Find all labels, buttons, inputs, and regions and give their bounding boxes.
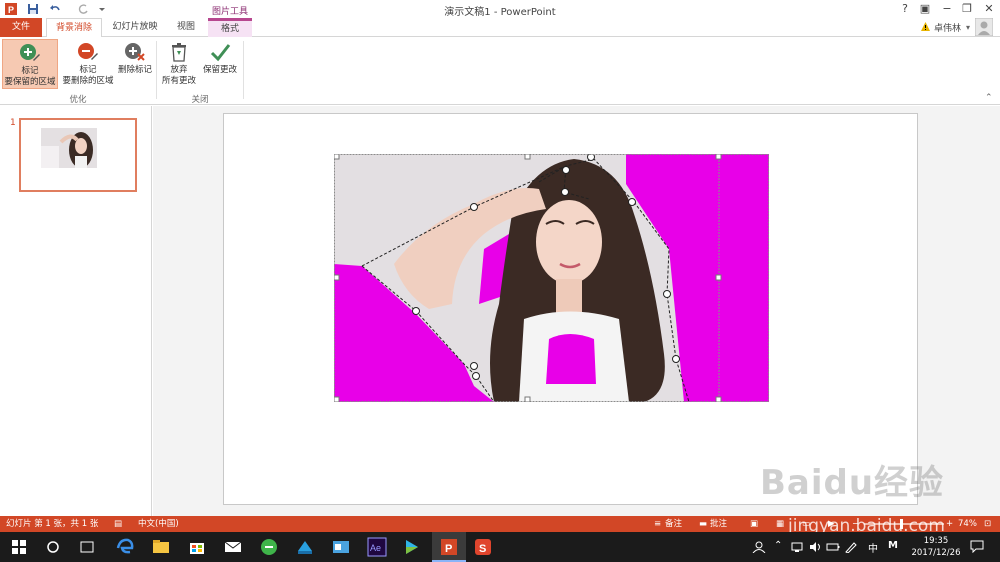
avatar[interactable] [975,18,993,36]
group-label-refine: 优化 [69,95,87,105]
windows-taskbar: Ae P S ⌃ 中 M 19:35 2017/12/26 [0,532,1000,562]
mark-areas-to-remove-button[interactable]: 标记 要删除的区域 [60,39,116,89]
keep-changes-button[interactable]: 保留更改 [200,39,240,89]
discard-label-1: 放弃 [170,65,188,75]
media-player-icon[interactable] [400,536,422,558]
window-title: 演示文稿1 - PowerPoint [444,7,556,18]
ribbon-tabs: 文件 背景消除 幻灯片放映 视图 格式 卓伟林 ▾ [0,18,1000,38]
file-explorer-icon[interactable] [150,536,172,558]
notes-button[interactable]: 备注 [665,516,682,532]
zoom-in-icon[interactable]: + [946,516,953,532]
action-center-icon[interactable] [970,540,984,553]
mark-remove-label-1: 标记 [79,65,97,75]
minimize-button[interactable]: − [938,1,956,17]
slide-thumbnail-pane: 1 [0,106,152,516]
user-menu-chevron-icon[interactable]: ▾ [966,23,970,32]
store-icon[interactable] [186,536,208,558]
minus-pencil-icon [78,43,98,60]
spelling-icon[interactable]: ▤ [114,516,122,532]
battery-icon[interactable] [826,541,840,553]
language-status[interactable]: 中文(中国) [138,516,179,532]
browser-360-icon[interactable] [258,536,280,558]
collapse-ribbon-icon[interactable]: ⌃ [985,93,993,103]
after-effects-icon[interactable]: Ae [366,536,388,558]
slide-thumbnail[interactable] [19,118,137,192]
restore-button[interactable]: ❐ [958,1,976,17]
discard-label-2: 所有更改 [161,76,196,86]
clock[interactable]: 19:35 2017/12/26 [906,535,966,559]
mail-icon[interactable] [222,536,244,558]
app-window-icon[interactable] [330,536,352,558]
people-icon[interactable] [752,541,766,553]
pen-icon[interactable] [844,541,858,553]
mark-areas-to-keep-button[interactable]: 标记 要保留的区域 [2,39,58,89]
keep-changes-label: 保留更改 [202,65,237,75]
slide-count-status: 幻灯片 第 1 张，共 1 张 [6,519,99,529]
normal-view-icon[interactable]: ▣ [750,516,758,532]
windows-start-icon[interactable] [8,536,30,558]
group-label-close: 关闭 [191,95,209,105]
checkmark-icon [210,44,231,62]
warning-icon [921,22,930,31]
mark-keep-label-2: 要保留的区域 [4,77,56,87]
search-icon[interactable] [42,536,64,558]
input-method-indicator[interactable]: 中 [868,540,878,555]
svg-text:S: S [479,543,486,555]
comments-icon[interactable]: ▬ [699,516,707,532]
powerpoint-taskbar-button[interactable]: P [432,532,466,562]
background-removal-picture[interactable] [334,154,769,402]
tab-format[interactable]: 格式 [208,22,252,37]
comments-button[interactable]: 批注 [710,516,727,532]
svg-text:P: P [445,543,452,555]
svg-text:Ae: Ae [370,543,381,553]
group-separator [243,41,244,99]
mark-remove-label-2: 要删除的区域 [62,76,114,86]
fit-to-window-icon[interactable]: ⊡ [984,516,991,532]
clock-time: 19:35 [923,536,949,546]
delete-mark-icon [125,43,145,61]
title-bar: P 演示文稿1 - PowerPoint ? ▣ − ❐ ✕ [0,0,1000,18]
tab-background-removal[interactable]: 背景消除 [46,18,102,38]
edge-browser-icon[interactable] [114,536,136,558]
delete-mark-label: 删除标记 [117,65,152,75]
clock-date: 2017/12/26 [911,548,961,558]
wps-icon[interactable]: S [472,536,494,558]
user-name[interactable]: 卓伟林 [934,21,961,34]
tab-slideshow[interactable]: 幻灯片放映 [106,18,164,37]
delete-mark-button[interactable]: 删除标记 [116,39,154,89]
thumbnail-picture [41,128,97,168]
app-icon[interactable] [294,536,316,558]
picture-tools-label: 图片工具 [211,7,248,17]
slide-sorter-icon[interactable]: ▦ [776,516,784,532]
powerpoint-icon: P [441,539,457,555]
group-separator [156,41,157,99]
ribbon: 标记 要保留的区域 标记 要删除的区域 删除标记 优化 放弃 所有更改 保留更改… [0,37,1000,105]
ribbon-display-options-icon[interactable]: ▣ [916,1,934,17]
task-view-icon[interactable] [76,536,98,558]
help-button[interactable]: ? [896,1,914,17]
recycle-bin-icon [172,43,186,62]
notes-icon[interactable]: ≡ [654,516,661,532]
slide-number: 1 [10,118,16,128]
discard-all-changes-button[interactable]: 放弃 所有更改 [160,39,198,89]
mark-keep-label-1: 标记 [21,66,39,76]
close-button[interactable]: ✕ [980,1,998,17]
input-mode-indicator[interactable]: M [888,540,898,551]
tab-view[interactable]: 视图 [168,18,204,37]
baidu-watermark: Baidu经验 [760,463,945,503]
slide-canvas[interactable] [223,113,918,505]
tab-file[interactable]: 文件 [0,18,42,37]
show-hidden-icons-chevron-icon[interactable]: ⌃ [774,540,782,551]
plus-pencil-icon [20,44,40,61]
zoom-level[interactable]: 74% [958,516,977,532]
network-icon[interactable] [790,541,804,553]
volume-icon[interactable] [808,541,822,553]
